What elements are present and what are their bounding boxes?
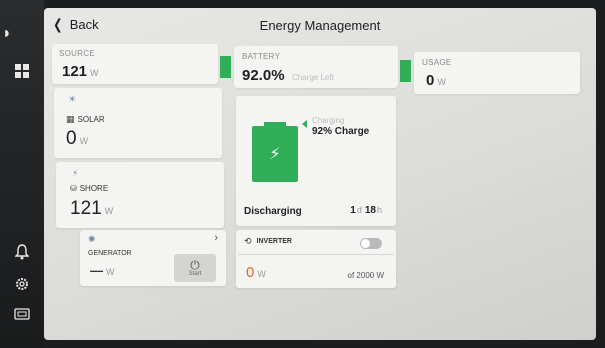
battery-graphic: ⚡ — [252, 122, 298, 182]
grid-icon[interactable] — [12, 64, 32, 84]
source-unit: W — [90, 68, 99, 78]
bell-icon[interactable] — [12, 244, 32, 264]
shore-heading: ⛁ SHORE — [70, 184, 108, 193]
source-card[interactable]: SOURCE 121 W — [52, 44, 218, 84]
rail-edge-icon: ◗ — [2, 25, 12, 42]
charge-left-label: Charge Left — [292, 73, 334, 82]
start-label: Start — [188, 271, 202, 277]
plug-icon: ⚡ — [72, 168, 79, 178]
source-label: SOURCE — [59, 49, 96, 58]
display-icon[interactable] — [12, 306, 32, 326]
solar-reading: 0W — [66, 128, 88, 150]
generator-start-button[interactable]: ⏻ Start — [174, 254, 216, 282]
time-days-unit: d — [356, 205, 362, 215]
inverter-heading: ⟲ INVERTER — [244, 236, 292, 247]
inverter-value: 0 — [246, 264, 255, 281]
time-days: 1 — [350, 205, 356, 216]
solar-label: SOLAR — [77, 115, 105, 124]
usage-unit: W — [437, 77, 446, 87]
source-value: 121 — [62, 63, 88, 80]
charge-pointer — [302, 120, 307, 128]
inverter-label: INVERTER — [256, 238, 292, 245]
shore-reading: 121 W — [70, 198, 113, 220]
source-flow-indicator — [220, 56, 231, 78]
generator-icon: ✺ — [88, 234, 96, 244]
page-title: Energy Management — [259, 18, 381, 33]
source-reading: 121 W — [62, 63, 99, 81]
solar-unit: W — [79, 136, 89, 146]
gear-icon[interactable] — [12, 276, 32, 296]
generator-label: GENERATOR — [88, 250, 132, 257]
usage-label: USAGE — [422, 58, 452, 67]
shore-icon: ⛁ — [70, 184, 77, 193]
battery-reading: 92.0% Charge Left — [242, 67, 334, 85]
usage-value: 0 — [426, 72, 435, 89]
time-remaining: 1d 18h — [350, 205, 382, 216]
inverter-card[interactable]: ⟲ INVERTER 0W of 2000 W — [236, 230, 396, 288]
inverter-icon: ⟲ — [244, 236, 252, 246]
usage-flow-indicator — [400, 60, 411, 82]
chevron-right-icon[interactable]: › — [214, 232, 218, 244]
shore-card[interactable]: ⚡ ⛁ SHORE 121 W — [56, 162, 224, 228]
usage-reading: 0W — [426, 72, 446, 90]
inverter-toggle[interactable] — [360, 238, 382, 249]
time-hours-unit: h — [376, 205, 382, 215]
shore-value: 121 — [70, 198, 102, 219]
inverter-capacity: of 2000 W — [347, 271, 384, 280]
shore-unit: W — [104, 206, 114, 216]
generator-reading: — W — [90, 262, 115, 280]
battery-label: BATTERY — [242, 52, 281, 61]
shore-label: SHORE — [79, 184, 109, 193]
inverter-reading: 0W — [246, 264, 266, 282]
solar-panel-icon: ▦ — [66, 114, 75, 124]
left-rail: ◗ — [0, 0, 44, 348]
charge-text: 92% Charge — [312, 126, 370, 137]
generator-unit: W — [106, 267, 115, 277]
charging-label: Charging — [312, 116, 345, 125]
time-hours: 18 — [364, 205, 376, 216]
discharging-label: Discharging — [244, 206, 302, 217]
solar-card[interactable]: ☀ ▦ SOLAR 0W — [54, 88, 222, 158]
generator-card[interactable]: ✺ › GENERATOR — W ⏻ Start — [80, 230, 226, 286]
header: ❮ Back Energy Management — [44, 8, 596, 44]
energy-screen: ❮ Back Energy Management SOURCE 121 W BAT… — [44, 8, 596, 340]
battery-percent: 92.0% — [242, 67, 285, 84]
generator-value: — — [90, 263, 103, 278]
solar-value: 0 — [66, 128, 77, 149]
usage-card[interactable]: USAGE 0W — [414, 52, 580, 94]
sun-icon: ☀ — [68, 94, 77, 104]
battery-detail-card[interactable]: ⚡ Charging 92% Charge Discharging 1d 18h — [236, 96, 396, 226]
power-icon: ⏻ — [190, 258, 200, 272]
solar-heading: ▦ SOLAR — [66, 114, 105, 125]
battery-card[interactable]: BATTERY 92.0% Charge Left — [234, 46, 398, 88]
inverter-unit: W — [257, 269, 266, 279]
lightning-icon: ⚡ — [269, 146, 281, 163]
divider — [238, 254, 394, 255]
